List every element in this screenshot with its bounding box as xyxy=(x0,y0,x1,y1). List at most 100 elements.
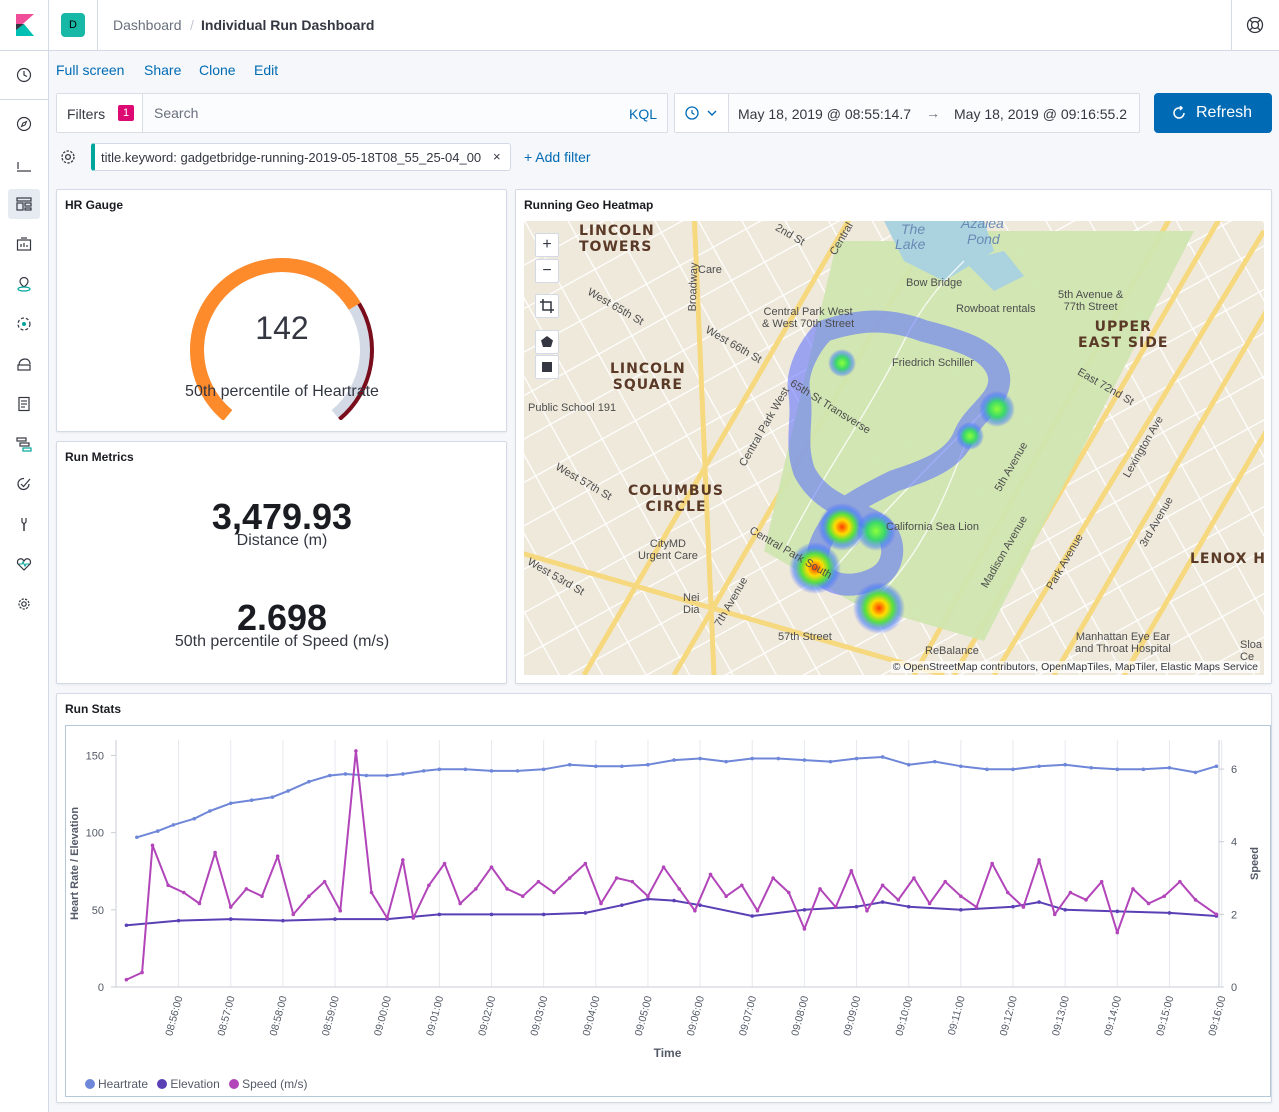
zoom-out-button[interactable]: − xyxy=(535,259,559,283)
nav-divider xyxy=(0,99,49,100)
breadcrumb-dashboard[interactable]: Dashboard xyxy=(113,17,182,33)
nav-dev-tools[interactable] xyxy=(8,509,40,539)
data-point xyxy=(437,912,442,917)
data-point xyxy=(213,850,217,855)
draw-rectangle-button[interactable] xyxy=(535,355,559,379)
street-label: Broadway xyxy=(686,262,701,312)
data-point xyxy=(401,858,405,862)
data-point xyxy=(802,908,807,912)
data-point xyxy=(1162,894,1167,898)
data-point xyxy=(489,769,494,773)
legend-item-elevation[interactable]: Elevation xyxy=(157,1077,220,1091)
filter-pill[interactable]: title.keyword: gadgetbridge-running-2019… xyxy=(91,143,511,171)
line-chart: 08:56:00 08:57:00 08:58:00 08:59:00 09:00:00… xyxy=(69,740,1261,1060)
nav-uptime[interactable] xyxy=(8,469,40,499)
data-point xyxy=(354,749,358,753)
legend-item-speed[interactable]: Speed (m/s) xyxy=(229,1077,307,1091)
kql-toggle[interactable]: KQL xyxy=(629,106,657,122)
map-attribution[interactable]: © OpenStreetMap contributors, OpenMapTil… xyxy=(890,661,1260,673)
nav-logs[interactable] xyxy=(8,389,40,419)
data-point xyxy=(1037,900,1041,904)
series-line xyxy=(125,749,1217,981)
data-point xyxy=(333,917,337,921)
query-bar: Filters 1 KQL xyxy=(56,93,668,133)
x-tick-label: 09:03:00 xyxy=(528,995,550,1038)
y2-tick-label: 6 xyxy=(1231,764,1237,776)
filter-pill-label: title.keyword: gadgetbridge-running-2019… xyxy=(101,150,482,165)
full-screen-link[interactable]: Full screen xyxy=(56,62,124,78)
heat-spot xyxy=(979,391,1015,427)
data-point xyxy=(140,970,144,975)
data-point xyxy=(427,883,431,888)
zoom-in-button[interactable]: + xyxy=(535,233,559,257)
close-icon[interactable]: × xyxy=(493,149,501,164)
nav-visualize[interactable] xyxy=(8,149,40,179)
nav-maps[interactable] xyxy=(8,269,40,299)
quick-select-button[interactable] xyxy=(675,94,729,132)
x-tick-label: 09:14:00 xyxy=(1102,995,1124,1038)
data-point xyxy=(281,918,285,923)
machine-learning-icon xyxy=(17,317,31,331)
clock-icon xyxy=(16,67,32,83)
y-tick-label: 150 xyxy=(86,750,104,762)
space-avatar[interactable]: D xyxy=(61,13,85,37)
share-link[interactable]: Share xyxy=(144,62,181,78)
data-point xyxy=(583,861,588,866)
data-point xyxy=(515,769,520,773)
x-tick-label: 09:13:00 xyxy=(1050,995,1072,1038)
data-point xyxy=(385,916,389,920)
water-label: Azalea xyxy=(961,221,1004,231)
nav-infrastructure[interactable] xyxy=(8,349,40,379)
data-point xyxy=(583,911,588,915)
data-point xyxy=(463,767,468,772)
apm-icon xyxy=(16,437,32,452)
nav-apm[interactable] xyxy=(8,429,40,459)
data-point xyxy=(1178,879,1182,884)
series-line xyxy=(136,756,1217,839)
y-tick-label: 0 xyxy=(98,982,104,994)
data-point xyxy=(1131,887,1135,891)
data-point xyxy=(755,908,760,913)
nav-machine-learning[interactable] xyxy=(8,309,40,339)
data-point xyxy=(192,816,197,821)
data-point xyxy=(150,843,155,848)
kibana-logo[interactable] xyxy=(0,0,49,51)
speed-label: 50th percentile of Speed (m/s) xyxy=(174,633,390,650)
nav-canvas[interactable] xyxy=(8,229,40,259)
clone-link[interactable]: Clone xyxy=(199,62,236,78)
map-canvas[interactable]: LINCOLN TOWERS LINCOLN SQUARE COLUMBUS C… xyxy=(524,221,1264,675)
date-start[interactable]: May 18, 2019 @ 08:55:14.7 xyxy=(738,106,911,122)
nav-recently-viewed[interactable] xyxy=(8,60,40,90)
filter-settings-gear-icon[interactable] xyxy=(59,148,77,166)
search-input[interactable] xyxy=(143,94,613,132)
x-tick-label: 08:59:00 xyxy=(320,995,342,1038)
data-point xyxy=(567,876,572,880)
dashboard-icon xyxy=(16,197,32,211)
data-point xyxy=(849,868,854,873)
filters-button[interactable]: Filters 1 xyxy=(57,94,143,132)
nav-management[interactable] xyxy=(8,589,40,619)
x-tick-label: 09:05:00 xyxy=(633,995,655,1038)
data-point xyxy=(599,901,603,906)
data-point xyxy=(1063,762,1067,767)
data-point xyxy=(927,901,932,906)
draw-polygon-button[interactable] xyxy=(535,330,559,354)
data-point xyxy=(474,887,478,891)
data-point xyxy=(786,890,791,895)
edit-link[interactable]: Edit xyxy=(254,62,278,78)
data-point xyxy=(270,795,275,799)
data-point xyxy=(1193,898,1198,902)
help-icon[interactable] xyxy=(1246,16,1264,34)
legend-item-heartrate[interactable]: Heartrate xyxy=(85,1077,148,1091)
fit-bounds-button[interactable] xyxy=(535,294,559,318)
add-filter-link[interactable]: + Add filter xyxy=(524,149,591,165)
nav-discover[interactable] xyxy=(8,109,40,139)
heat-spot xyxy=(853,582,905,634)
nav-monitoring[interactable] xyxy=(8,549,40,579)
nav-dashboard[interactable] xyxy=(8,189,40,219)
date-end[interactable]: May 18, 2019 @ 09:16:55.2 xyxy=(954,106,1127,122)
data-point xyxy=(328,773,332,778)
data-point xyxy=(740,883,744,888)
wrench-icon xyxy=(21,518,27,531)
refresh-button[interactable]: Refresh xyxy=(1154,93,1272,133)
